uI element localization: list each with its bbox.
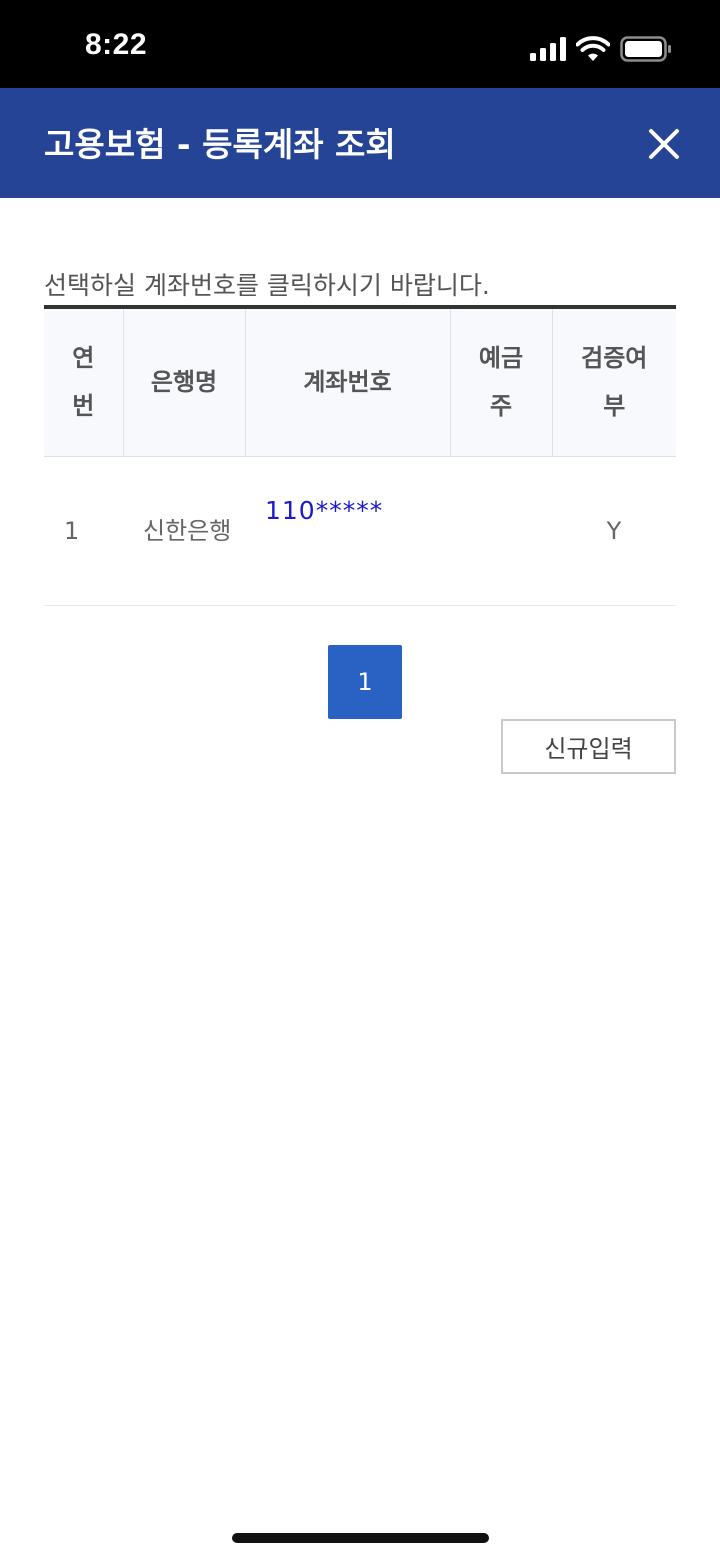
pagination-page-1[interactable]: 1 (328, 645, 402, 719)
cellular-signal-icon (530, 37, 566, 61)
modal-title: 고용보험 - 등록계좌 조회 (44, 125, 396, 164)
wifi-icon (576, 36, 610, 61)
table-row: 1 신한은행 110***** Y (44, 456, 676, 606)
close-button[interactable] (646, 126, 682, 162)
cell-verification: Y (552, 456, 676, 606)
header-bank-name: 은행명 (123, 307, 246, 457)
status-bar: 8:22 (0, 0, 720, 88)
account-table-wrapper: 연번 은행명 계좌번호 예금주 검증여부 1 신한은행 110***** Y (44, 305, 676, 606)
status-time: 8:22 (85, 28, 148, 61)
table-header-row: 연번 은행명 계좌번호 예금주 검증여부 (44, 307, 676, 457)
cell-account-number: 110***** (245, 456, 450, 606)
home-indicator (232, 1533, 489, 1543)
account-number-link[interactable]: 110***** (265, 496, 383, 525)
header-account-holder: 예금주 (450, 307, 553, 457)
new-entry-button[interactable]: 신규입력 (501, 719, 676, 774)
close-icon (649, 129, 679, 159)
account-table: 연번 은행명 계좌번호 예금주 검증여부 1 신한은행 110***** Y (44, 305, 676, 606)
header-account-number: 계좌번호 (245, 307, 451, 457)
cell-bank-name: 신한은행 (123, 456, 245, 606)
header-verification: 검증여부 (552, 307, 676, 457)
battery-icon (620, 36, 671, 62)
cell-account-holder (450, 456, 552, 606)
modal-header: 고용보험 - 등록계좌 조회 (0, 88, 720, 198)
instruction-text: 선택하실 계좌번호를 클릭하시기 바랍니다. (44, 271, 490, 300)
cell-serial-number: 1 (44, 456, 123, 606)
header-serial-number: 연번 (44, 307, 124, 457)
status-icons (530, 34, 672, 64)
